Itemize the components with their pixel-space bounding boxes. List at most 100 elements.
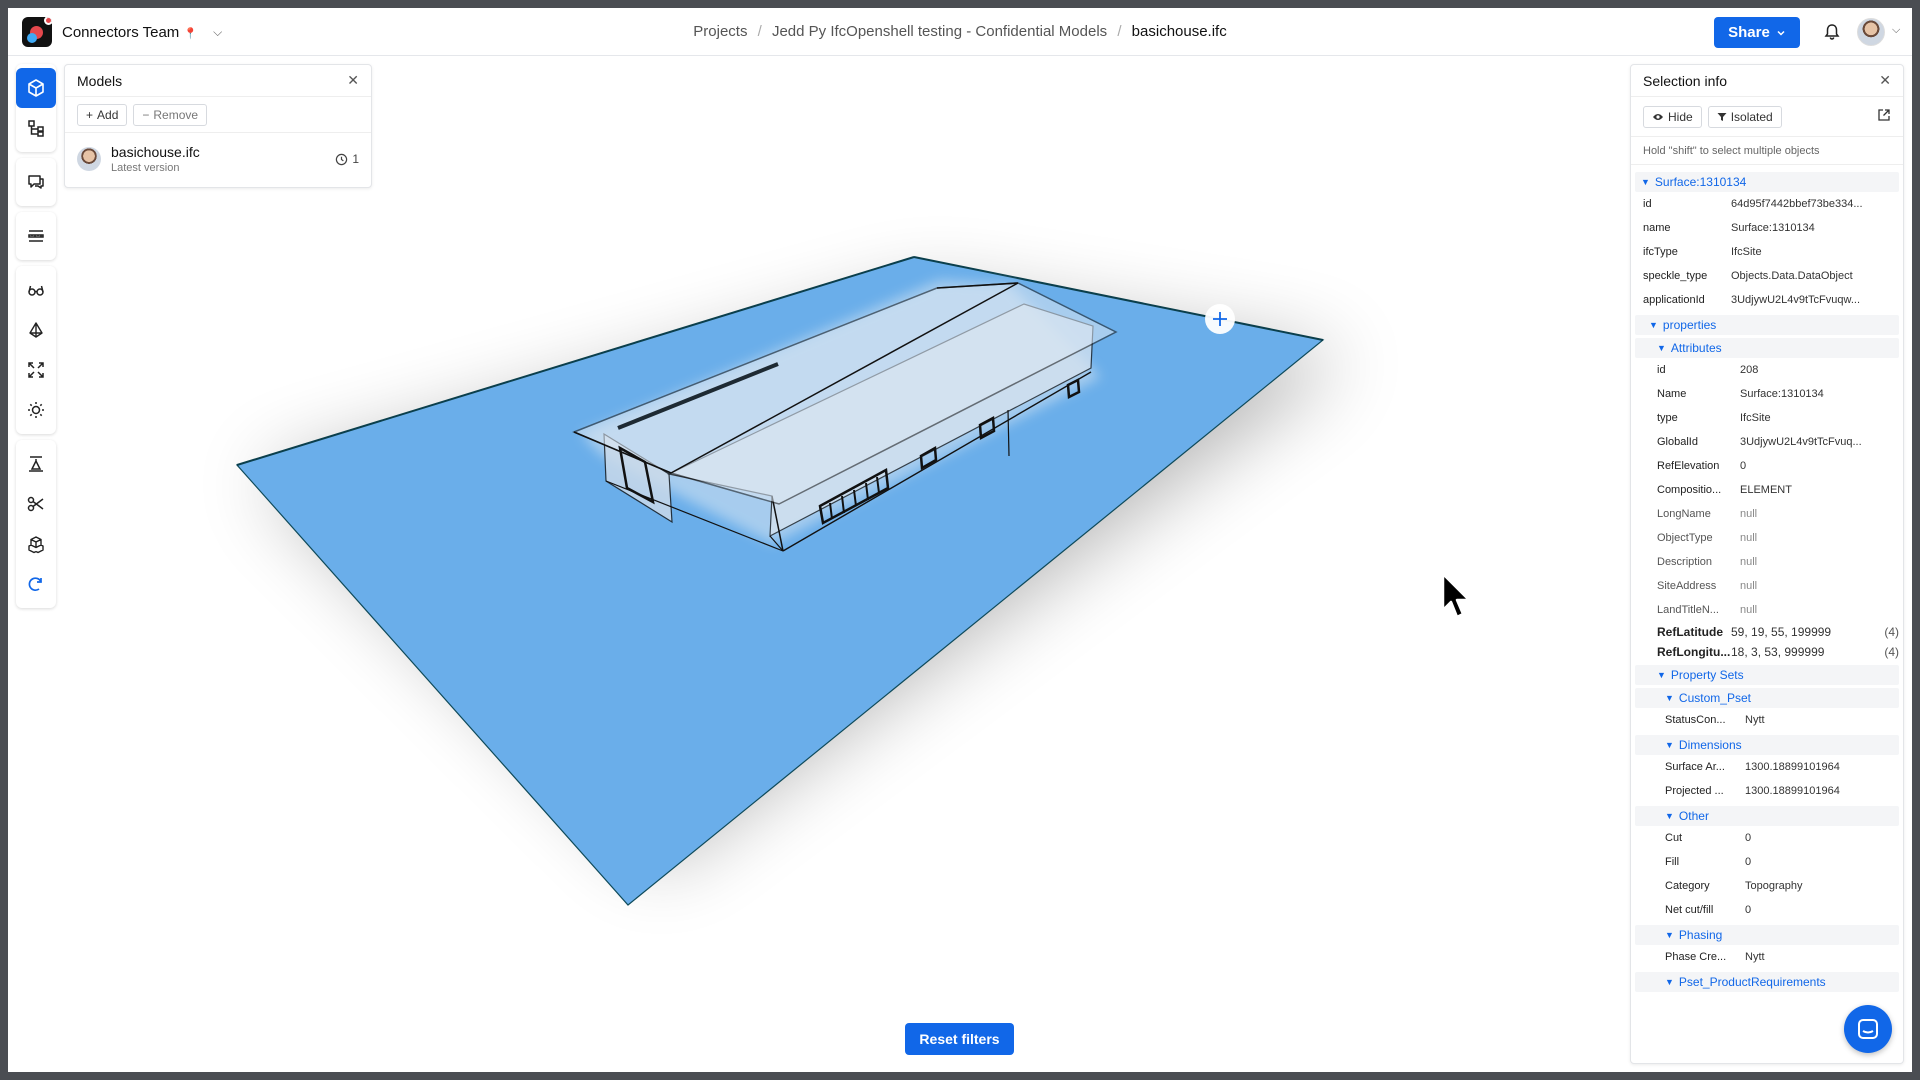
property-value: Topography xyxy=(1745,880,1803,892)
property-value: null xyxy=(1740,580,1758,592)
section-tool-button[interactable] xyxy=(16,484,56,524)
model-list-item[interactable]: basichouse.ifc Latest version 1 xyxy=(65,133,371,185)
property-row[interactable]: Phase Cre... Nytt xyxy=(1631,945,1903,969)
property-row[interactable]: Net cut/fill 0 xyxy=(1631,898,1903,922)
property-row[interactable]: id 208 xyxy=(1631,358,1903,382)
property-sets-header[interactable]: ▼ Property Sets xyxy=(1635,665,1899,685)
property-row[interactable]: speckle_type Objects.Data.DataObject xyxy=(1631,264,1903,288)
selection-panel-title: Selection info xyxy=(1643,72,1728,89)
property-row[interactable]: type IfcSite xyxy=(1631,406,1903,430)
property-key: Name xyxy=(1657,388,1687,400)
ruler-icon xyxy=(28,230,44,242)
property-row[interactable]: LongName null xyxy=(1631,502,1903,526)
properties-header[interactable]: ▼ properties xyxy=(1635,315,1899,335)
selection-info-panel: Selection info ✕ Hide Isolated Hold "shi… xyxy=(1630,64,1904,1064)
property-key: name xyxy=(1643,222,1671,234)
property-key: Category xyxy=(1665,880,1710,892)
property-row[interactable]: Cut 0 xyxy=(1631,826,1903,850)
property-key: Net cut/fill xyxy=(1665,904,1714,916)
model-name: basichouse.ifc xyxy=(111,144,200,160)
root-object-header[interactable]: ▼ Surface:1310134 xyxy=(1635,172,1899,192)
property-key: StatusCon... xyxy=(1665,714,1726,726)
breadcrumb-projects[interactable]: Projects xyxy=(693,23,747,40)
3d-viewer[interactable]: Models ✕ + Add − Remove basichouse.ifc Lat… xyxy=(8,56,1912,1072)
property-row[interactable]: Category Topography xyxy=(1631,874,1903,898)
other-header[interactable]: ▼ Other xyxy=(1635,806,1899,826)
external-link-icon[interactable] xyxy=(1877,108,1891,122)
property-row[interactable]: SiteAddress null xyxy=(1631,574,1903,598)
property-row[interactable]: Projected ... 1300.18899101964 xyxy=(1631,779,1903,803)
team-switcher[interactable]: Connectors Team 📍 ⌵ xyxy=(22,17,222,47)
property-row[interactable]: GlobalId 3UdjywU2L4v9tTcFvuq... xyxy=(1631,430,1903,454)
add-marker-icon[interactable] xyxy=(1205,304,1235,334)
property-value: null xyxy=(1740,556,1758,568)
property-key: Phase Cre... xyxy=(1665,951,1727,963)
property-row[interactable]: Name Surface:1310134 xyxy=(1631,382,1903,406)
breadcrumb-model[interactable]: basichouse.ifc xyxy=(1132,23,1227,40)
chat-launcher-button[interactable] xyxy=(1844,1005,1892,1053)
refresh-tool-button[interactable] xyxy=(16,564,56,604)
property-row[interactable]: ifcType IfcSite xyxy=(1631,240,1903,264)
property-row[interactable]: RefLatitude 59, 19, 55, 199999 (4) xyxy=(1631,622,1903,642)
views-tool-button[interactable] xyxy=(16,270,56,310)
bell-icon[interactable] xyxy=(1822,22,1842,42)
camera-tool-button[interactable] xyxy=(16,310,56,350)
property-row[interactable]: RefLongitu... 18, 3, 53, 999999 (4) xyxy=(1631,642,1903,662)
property-row[interactable]: Fill 0 xyxy=(1631,850,1903,874)
remove-model-button[interactable]: − Remove xyxy=(133,103,208,126)
expand-icon xyxy=(28,362,44,378)
chevron-down-icon[interactable]: ⌵ xyxy=(213,25,222,40)
pset-product-header[interactable]: ▼ Pset_ProductRequirements xyxy=(1635,972,1899,992)
breadcrumb: Projects / Jedd Py IfcOpenshell testing … xyxy=(693,23,1227,40)
custom-pset-header[interactable]: ▼ Custom_Pset xyxy=(1635,688,1899,708)
mouse-cursor-icon xyxy=(1441,572,1471,619)
property-key: Projected ... xyxy=(1665,785,1724,797)
zoom-extents-button[interactable] xyxy=(16,350,56,390)
property-key: applicationId xyxy=(1643,294,1705,306)
3d-scene[interactable] xyxy=(8,56,1912,1072)
close-icon[interactable]: ✕ xyxy=(347,72,359,89)
property-value: 3UdjywU2L4v9tTcFvuqw... xyxy=(1731,294,1860,306)
property-key: Compositio... xyxy=(1657,484,1722,496)
property-row[interactable]: name Surface:1310134 xyxy=(1631,216,1903,240)
explorer-tool-button[interactable] xyxy=(16,108,56,148)
property-row[interactable]: Compositio... ELEMENT xyxy=(1631,478,1903,502)
property-key: LandTitleN... xyxy=(1657,604,1719,616)
property-row[interactable]: LandTitleN... null xyxy=(1631,598,1903,622)
version-history[interactable]: 1 xyxy=(335,152,359,166)
dimensions-header[interactable]: ▼ Dimensions xyxy=(1635,735,1899,755)
clock-icon xyxy=(336,153,348,165)
measure-tool-button[interactable] xyxy=(16,216,56,256)
phasing-header[interactable]: ▼ Phasing xyxy=(1635,925,1899,945)
selection-hint: Hold "shift" to select multiple objects xyxy=(1631,137,1903,165)
property-row[interactable]: RefElevation 0 xyxy=(1631,454,1903,478)
breadcrumb-project[interactable]: Jedd Py IfcOpenshell testing - Confident… xyxy=(772,23,1107,40)
property-row[interactable]: applicationId 3UdjywU2L4v9tTcFvuqw... xyxy=(1631,288,1903,312)
models-panel-title: Models xyxy=(77,72,123,89)
add-model-button[interactable]: + Add xyxy=(77,103,128,126)
scissors-icon xyxy=(27,496,44,512)
property-row[interactable]: Description null xyxy=(1631,550,1903,574)
explode-tool-button[interactable] xyxy=(16,444,56,484)
close-icon[interactable]: ✕ xyxy=(1879,72,1891,89)
chevron-down-icon: ▼ xyxy=(1665,740,1674,750)
property-row[interactable]: id 64d95f7442bbef73be334... xyxy=(1631,192,1903,216)
filters-tool-button[interactable] xyxy=(16,524,56,564)
models-tool-button[interactable] xyxy=(16,68,56,108)
hide-button[interactable]: Hide xyxy=(1643,105,1702,128)
property-key: Fill xyxy=(1665,856,1680,868)
property-row[interactable]: StatusCon... Nytt xyxy=(1631,708,1903,732)
lighting-tool-button[interactable] xyxy=(16,390,56,430)
share-button[interactable]: Share xyxy=(1714,17,1800,48)
user-avatar[interactable] xyxy=(1857,18,1885,46)
property-row[interactable]: ObjectType null xyxy=(1631,526,1903,550)
chevron-down-icon: ▼ xyxy=(1641,177,1650,187)
attributes-header[interactable]: ▼ Attributes xyxy=(1635,338,1899,358)
chevron-down-icon: ▼ xyxy=(1649,320,1658,330)
property-row[interactable]: Surface Ar... 1300.18899101964 xyxy=(1631,755,1903,779)
isolated-button[interactable]: Isolated xyxy=(1707,105,1782,128)
chevron-down-icon[interactable]: ⌵ xyxy=(1892,24,1900,37)
avatar xyxy=(77,147,101,171)
discussions-tool-button[interactable] xyxy=(16,162,56,202)
reset-filters-button[interactable]: Reset filters xyxy=(905,1023,1014,1055)
